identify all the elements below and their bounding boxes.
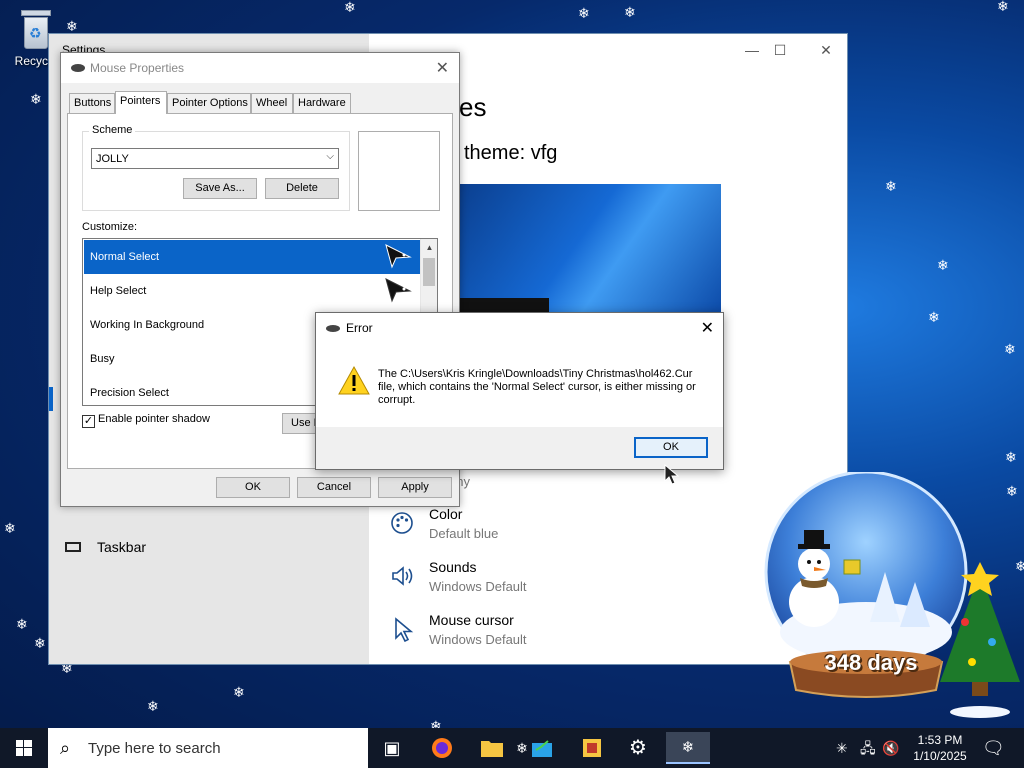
volume-muted-icon[interactable]: 🔇 bbox=[882, 728, 899, 768]
dialog-title: Mouse Properties bbox=[90, 61, 185, 75]
tab-pointer-options[interactable]: Pointer Options bbox=[167, 93, 251, 113]
apply-button[interactable]: Apply bbox=[378, 477, 452, 498]
sidebar-item-taskbar[interactable]: Taskbar bbox=[65, 536, 215, 560]
ok-button[interactable]: OK bbox=[216, 477, 290, 498]
network-icon[interactable]: 🖧 bbox=[860, 728, 876, 768]
maximize-button[interactable]: ☐ bbox=[757, 38, 803, 62]
penguin-cursor-icon bbox=[385, 244, 412, 269]
scheme-dropdown[interactable]: JOLLY ⌵ bbox=[91, 148, 339, 169]
mouse-icon bbox=[326, 325, 340, 332]
snow-globe-widget[interactable]: 348 days bbox=[760, 470, 1024, 722]
error-dialog: Error ✕ The C:\Users\Kris Kringle\Downlo… bbox=[315, 312, 724, 470]
setting-name: Sounds bbox=[429, 559, 477, 575]
clock-date: 1/10/2025 bbox=[913, 749, 967, 763]
list-item-label: Help Select bbox=[90, 285, 147, 297]
sidebar-item-label: Taskbar bbox=[97, 539, 147, 555]
search-box[interactable]: ⌕ Type here to search bbox=[48, 728, 368, 768]
close-button[interactable]: ✕ bbox=[803, 38, 849, 62]
tab-buttons[interactable]: Buttons bbox=[69, 93, 115, 113]
speaker-icon bbox=[389, 563, 415, 589]
system-clock[interactable]: 1:53 PM 1/10/2025 bbox=[900, 732, 980, 764]
nav-selection-indicator bbox=[49, 387, 53, 411]
store-app-icon[interactable] bbox=[520, 732, 564, 764]
delete-button[interactable]: Delete bbox=[265, 178, 339, 199]
pointer-shadow-checkbox[interactable]: ✓ Enable pointer shadow bbox=[82, 413, 210, 428]
close-icon[interactable]: ✕ bbox=[701, 318, 714, 338]
sounds-setting[interactable]: Sounds Windows Default bbox=[389, 559, 689, 603]
mouse-pointer-icon bbox=[664, 464, 680, 485]
chevron-down-icon: ⌵ bbox=[326, 151, 334, 162]
scheme-label: Scheme bbox=[89, 124, 136, 136]
taskbar: ⌕ Type here to search ▣ ❄ ⚙ ❄ ✳ 🖧 🔇 1:53… bbox=[0, 728, 1024, 768]
setting-name: Color bbox=[429, 506, 463, 522]
cursor-preview bbox=[358, 131, 440, 211]
scheme-value: JOLLY bbox=[96, 153, 129, 165]
theme-preview-image[interactable] bbox=[459, 184, 721, 316]
mouse-pointer-icon bbox=[389, 616, 415, 643]
color-setting[interactable]: Color Default blue bbox=[389, 506, 689, 550]
list-item-label: Busy bbox=[90, 353, 115, 365]
tab-hardware[interactable]: Hardware bbox=[293, 93, 351, 113]
cancel-button[interactable]: Cancel bbox=[297, 477, 371, 498]
setting-value: Windows Default bbox=[429, 632, 527, 647]
game-app-icon[interactable] bbox=[570, 732, 614, 764]
penguin-help-cursor-icon bbox=[385, 278, 412, 303]
mouse-icon bbox=[71, 64, 85, 72]
warning-icon bbox=[338, 365, 370, 395]
dialog-titlebar: Mouse Properties ✕ bbox=[61, 53, 459, 83]
page-title: es bbox=[459, 92, 487, 122]
tab-pointers[interactable]: Pointers bbox=[115, 91, 167, 114]
scroll-thumb[interactable] bbox=[423, 258, 435, 286]
ok-button[interactable]: OK bbox=[634, 437, 708, 458]
palette-icon bbox=[389, 510, 415, 536]
scroll-up-icon[interactable]: ▲ bbox=[421, 239, 437, 256]
customize-label: Customize: bbox=[82, 221, 138, 233]
checkbox-checked-icon: ✓ bbox=[82, 415, 95, 428]
save-as-button[interactable]: Save As... bbox=[183, 178, 257, 199]
setting-value: Windows Default bbox=[429, 579, 527, 594]
mouse-properties-taskbar-icon[interactable]: ❄ bbox=[666, 732, 710, 764]
start-button[interactable] bbox=[0, 728, 48, 768]
setting-name: Mouse cursor bbox=[429, 612, 514, 628]
list-item-label: Working In Background bbox=[90, 319, 205, 331]
setting-value: Default blue bbox=[429, 526, 499, 541]
tab-wheel[interactable]: Wheel bbox=[251, 93, 293, 113]
dialog-footer: OK bbox=[316, 427, 723, 469]
error-message: The C:\Users\Kris Kringle\Downloads\Tiny… bbox=[378, 368, 696, 406]
firefox-icon[interactable] bbox=[420, 732, 464, 764]
notification-icon[interactable]: 🗨 bbox=[982, 728, 1005, 768]
dialog-title: Error bbox=[346, 321, 373, 335]
current-theme-label: theme: vfg bbox=[464, 142, 558, 164]
clock-time: 1:53 PM bbox=[917, 733, 963, 747]
snow-globe-graphic bbox=[764, 470, 1020, 718]
taskbar-icon bbox=[65, 542, 81, 552]
task-view-icon[interactable]: ▣ bbox=[370, 732, 414, 764]
list-item[interactable]: Help Select bbox=[84, 274, 420, 308]
search-placeholder: Type here to search bbox=[88, 740, 221, 757]
search-icon: ⌕ bbox=[60, 738, 71, 758]
mouse-cursor-setting[interactable]: Mouse cursor Windows Default bbox=[389, 612, 689, 656]
list-item-label: Precision Select bbox=[90, 387, 169, 399]
close-icon[interactable]: ✕ bbox=[436, 58, 449, 78]
windows-logo-icon bbox=[16, 740, 32, 756]
scheme-group: Scheme JOLLY ⌵ Save As... Delete bbox=[82, 124, 350, 211]
snowflake-tray-icon[interactable]: ✳ bbox=[836, 728, 848, 768]
checkbox-label: Enable pointer shadow bbox=[98, 413, 210, 425]
list-item-label: Normal Select bbox=[90, 251, 160, 263]
settings-gear-icon[interactable]: ⚙ bbox=[616, 732, 660, 764]
days-countdown: 348 days bbox=[824, 650, 918, 675]
list-item[interactable]: Normal Select bbox=[84, 240, 420, 274]
dialog-titlebar: Error ✕ bbox=[316, 313, 723, 343]
